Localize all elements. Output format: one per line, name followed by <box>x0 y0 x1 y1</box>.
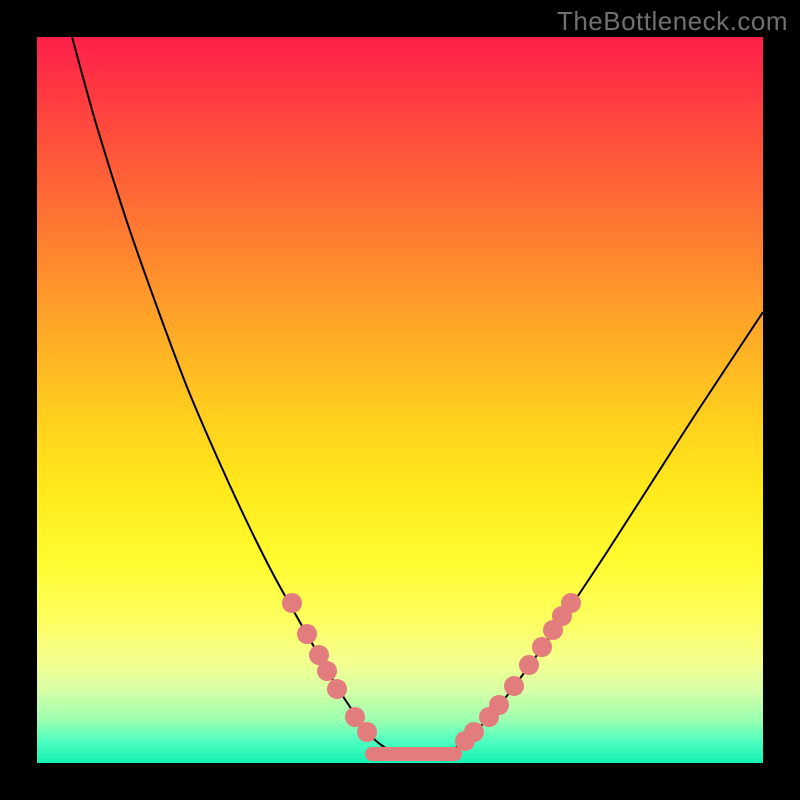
chart-svg <box>37 37 763 763</box>
plot-area <box>37 37 763 763</box>
marker-dot <box>489 695 509 715</box>
marker-group <box>282 593 581 751</box>
marker-dot <box>297 624 317 644</box>
curve-path <box>72 37 763 760</box>
marker-dot <box>357 722 377 742</box>
chart-frame: TheBottleneck.com <box>0 0 800 800</box>
marker-dot <box>504 676 524 696</box>
marker-dot <box>561 593 581 613</box>
marker-dot <box>532 637 552 657</box>
marker-dot <box>282 593 302 613</box>
marker-dot <box>519 655 539 675</box>
marker-dot <box>327 679 347 699</box>
marker-dot <box>317 661 337 681</box>
watermark-text: TheBottleneck.com <box>557 6 788 37</box>
marker-dot <box>464 722 484 742</box>
